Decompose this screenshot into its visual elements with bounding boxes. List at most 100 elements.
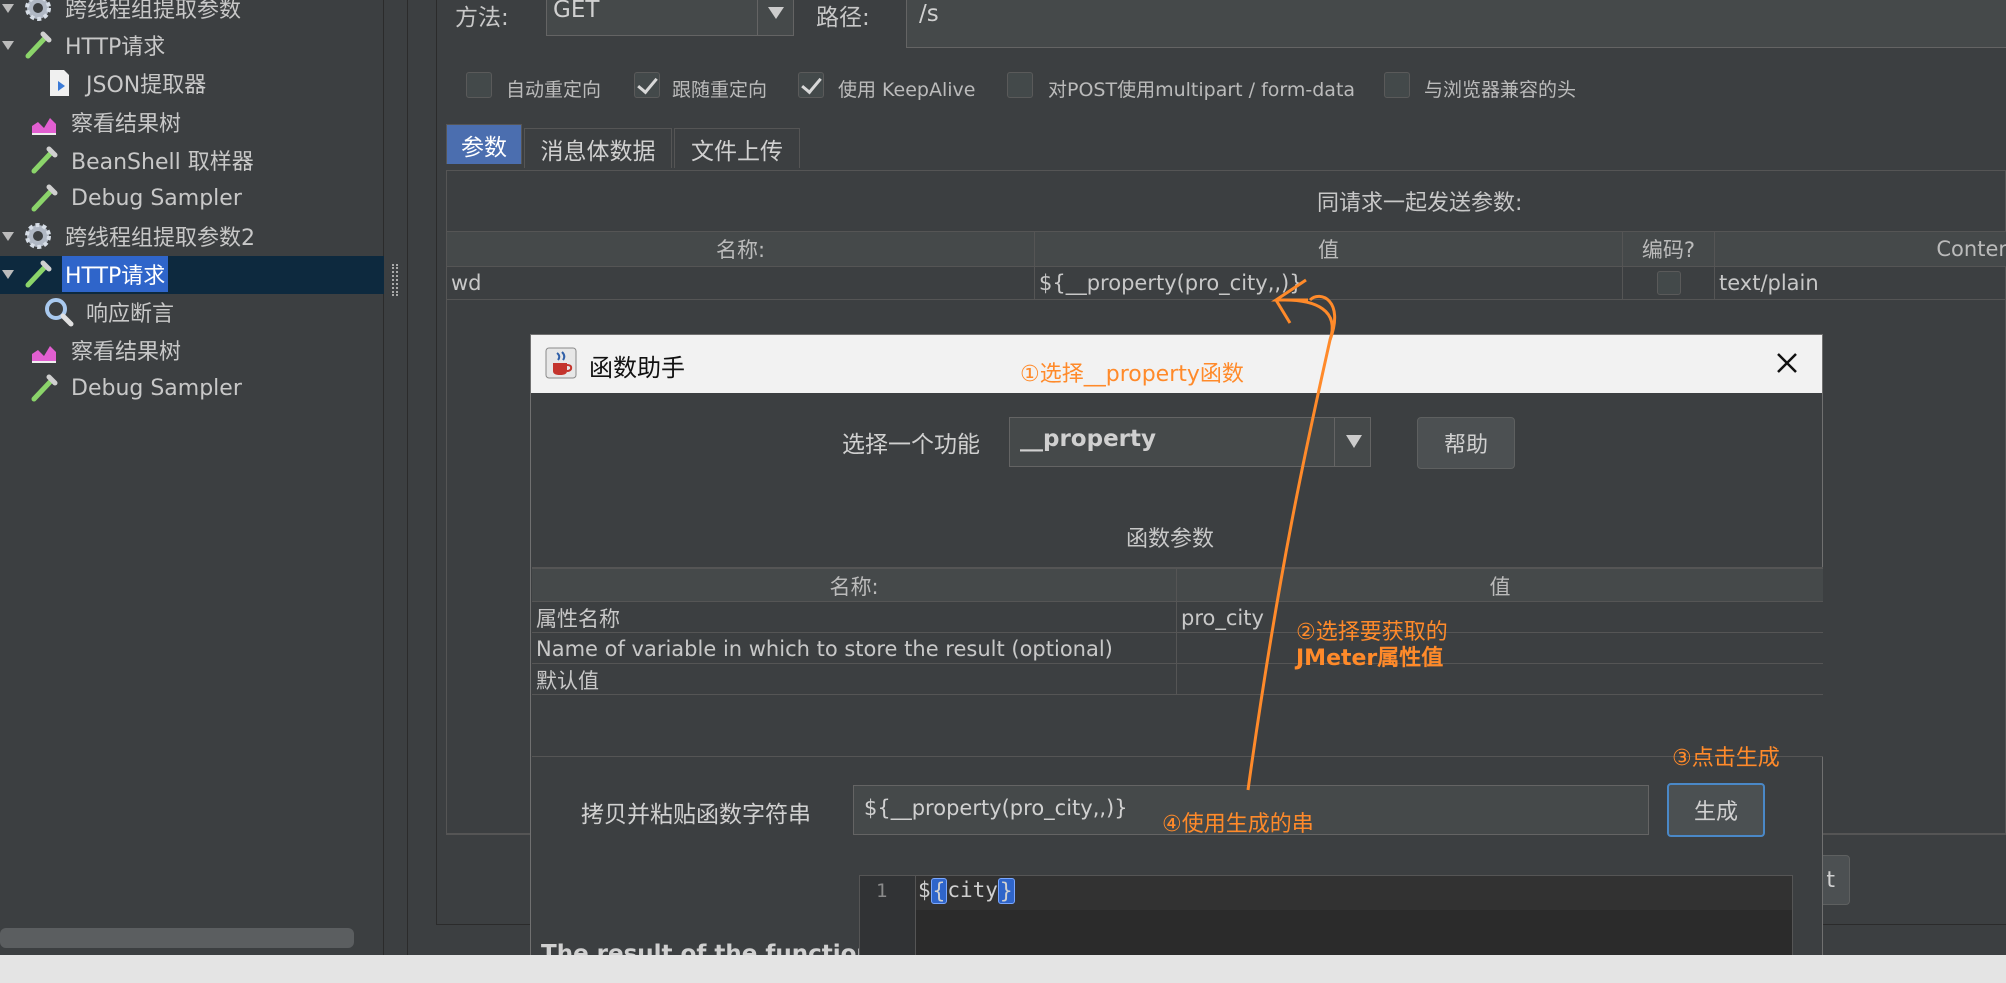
function-string-value: ${__property(pro_city,,)}	[864, 796, 1128, 820]
tree-item-label: BeanShell 取样器	[71, 150, 254, 175]
keepalive-label: 使用 KeepAlive	[838, 79, 976, 101]
tree-item-label: HTTP请求	[62, 256, 169, 292]
tree-item-debug-sampler-1[interactable]: Debug Sampler	[28, 180, 245, 216]
dialog-title: 函数助手	[589, 354, 685, 382]
param-content-type-cell[interactable]: text/plain	[1715, 267, 2006, 299]
editor-current-line	[916, 876, 1792, 910]
generate-button[interactable]: 生成	[1667, 783, 1765, 837]
function-param-value[interactable]	[1177, 664, 1823, 695]
panel-splitter[interactable]	[384, 0, 408, 983]
tab-parameters[interactable]: 参数	[446, 124, 522, 164]
function-param-value[interactable]: pro_city	[1177, 602, 1823, 633]
line-number: 1	[876, 880, 888, 902]
tree-item-label: Debug Sampler	[71, 375, 242, 401]
tree-item-http-request-1[interactable]: HTTP请求	[0, 27, 168, 63]
tree-item-thread-group-2[interactable]: 跨线程组提取参数2	[0, 218, 258, 254]
tree-item-label: Debug Sampler	[71, 185, 242, 211]
method-select[interactable]: GET	[546, 0, 794, 36]
function-param-name: 属性名称	[532, 602, 1177, 633]
tree-item-beanshell-sampler[interactable]: BeanShell 取样器	[28, 142, 257, 178]
tree-item-debug-sampler-2[interactable]: Debug Sampler	[28, 370, 245, 406]
function-params-title: 函数参数	[1126, 527, 1215, 552]
tree-item-http-request-2[interactable]: HTTP请求	[0, 256, 169, 292]
tree-horizontal-scrollbar[interactable]	[0, 928, 354, 948]
function-select-value: __property	[1020, 426, 1157, 452]
close-icon[interactable]	[1769, 345, 1805, 381]
follow-redirect-checkbox[interactable]	[634, 72, 660, 98]
table-row[interactable]: wd ${__property(pro_city,,)} text/plain	[447, 267, 2006, 300]
tree-item-label: 跨线程组提取参数	[65, 0, 242, 23]
function-select[interactable]: __property	[1009, 417, 1371, 467]
tree-item-view-results-tree-1[interactable]: 察看结果树	[28, 104, 184, 140]
follow-redirect-label: 跟随重定向	[672, 79, 768, 101]
json-extractor-doc-icon	[50, 70, 69, 96]
http-sampler-pipette-icon	[25, 31, 52, 59]
params-table-header: 名称: 值 编码? Conter	[447, 231, 2006, 267]
test-plan-tree: 跨线程组提取参数 HTTP请求 JSON提取器 察看结果树 BeanShell …	[0, 0, 384, 955]
tab-body-data[interactable]: 消息体数据	[524, 128, 672, 168]
code-variable: city	[947, 878, 998, 902]
function-param-value[interactable]	[1177, 633, 1823, 664]
java-cup-icon	[545, 347, 577, 379]
path-value: /s	[919, 1, 939, 27]
function-helper-dialog: 函数助手 选择一个功能 __property 帮助 函数参数 名称: 值 属性名…	[530, 334, 1823, 983]
column-header-content-type[interactable]: Conter	[1715, 232, 2006, 266]
column-header-value[interactable]: 值	[1035, 232, 1623, 266]
column-header-name[interactable]: 名称:	[447, 232, 1035, 266]
browser-headers-checkbox[interactable]	[1384, 72, 1410, 98]
param-name-cell[interactable]: wd	[447, 267, 1035, 299]
sampler-pipette-icon	[31, 146, 58, 174]
select-function-label: 选择一个功能	[842, 432, 980, 458]
tree-item-label: HTTP请求	[65, 35, 166, 60]
function-param-name: Name of variable in which to store the r…	[532, 633, 1177, 664]
tree-item-label: 察看结果树	[71, 340, 182, 365]
annotation-step2-line2: JMeter属性值	[1296, 646, 1444, 671]
auto-redirect-label: 自动重定向	[506, 79, 602, 101]
tree-item-response-assertion[interactable]: 响应断言	[43, 294, 177, 330]
function-param-name: 默认值	[532, 664, 1177, 695]
browser-headers-label: 与浏览器兼容的头	[1424, 79, 1577, 101]
editor-code-line[interactable]: $ { city }	[918, 878, 1015, 904]
http-sampler-pipette-icon	[25, 260, 52, 288]
thread-group-gear-icon	[25, 0, 51, 21]
auto-redirect-checkbox[interactable]	[466, 72, 492, 98]
table-row[interactable]: 属性名称 pro_city	[532, 602, 1823, 633]
function-params-header: 名称: 值	[532, 568, 1823, 603]
column-header-name[interactable]: 名称:	[532, 569, 1177, 603]
method-label: 方法:	[455, 5, 509, 31]
chevron-down-icon[interactable]	[1334, 418, 1372, 466]
tree-item-view-results-tree-2[interactable]: 察看结果树	[28, 332, 184, 368]
params-title: 同请求一起发送参数:	[1317, 191, 1523, 216]
param-encode-cell[interactable]	[1623, 267, 1715, 299]
help-button[interactable]: 帮助	[1417, 417, 1515, 469]
annotation-step3: ③点击生成	[1672, 746, 1780, 771]
function-params-table: 名称: 值 属性名称 pro_city Name of variable in …	[532, 567, 1823, 757]
tab-file-upload[interactable]: 文件上传	[674, 128, 800, 168]
tree-item-json-extractor[interactable]: JSON提取器	[43, 65, 209, 101]
param-value-cell[interactable]: ${__property(pro_city,,)}	[1035, 267, 1623, 299]
splitter-grip-icon[interactable]	[392, 264, 398, 296]
keepalive-checkbox[interactable]	[798, 72, 824, 98]
path-label: 路径:	[816, 5, 870, 31]
code-open-brace: {	[930, 878, 948, 904]
code-close-brace: }	[997, 878, 1015, 904]
annotation-step4: ④使用生成的串	[1162, 812, 1314, 837]
table-row[interactable]: 默认值	[532, 664, 1823, 695]
expand-toggle-icon[interactable]	[0, 266, 16, 282]
tree-item-thread-group-1[interactable]: 跨线程组提取参数	[0, 0, 244, 26]
background-strip	[0, 955, 2006, 983]
column-header-value[interactable]: 值	[1177, 569, 1823, 603]
expand-toggle-icon[interactable]	[0, 0, 16, 16]
expand-toggle-icon[interactable]	[0, 228, 16, 244]
assertion-magnifier-icon	[45, 298, 74, 327]
sampler-pipette-icon	[31, 374, 58, 402]
chevron-down-icon[interactable]	[757, 0, 793, 35]
encode-checkbox[interactable]	[1656, 271, 1681, 295]
multipart-checkbox[interactable]	[1007, 72, 1033, 98]
path-input[interactable]: /s	[906, 0, 2006, 48]
expand-toggle-icon[interactable]	[0, 37, 16, 53]
sampler-pipette-icon	[31, 184, 58, 212]
method-value: GET	[553, 0, 600, 23]
column-header-encode[interactable]: 编码?	[1623, 232, 1715, 266]
table-row[interactable]: Name of variable in which to store the r…	[532, 633, 1823, 664]
